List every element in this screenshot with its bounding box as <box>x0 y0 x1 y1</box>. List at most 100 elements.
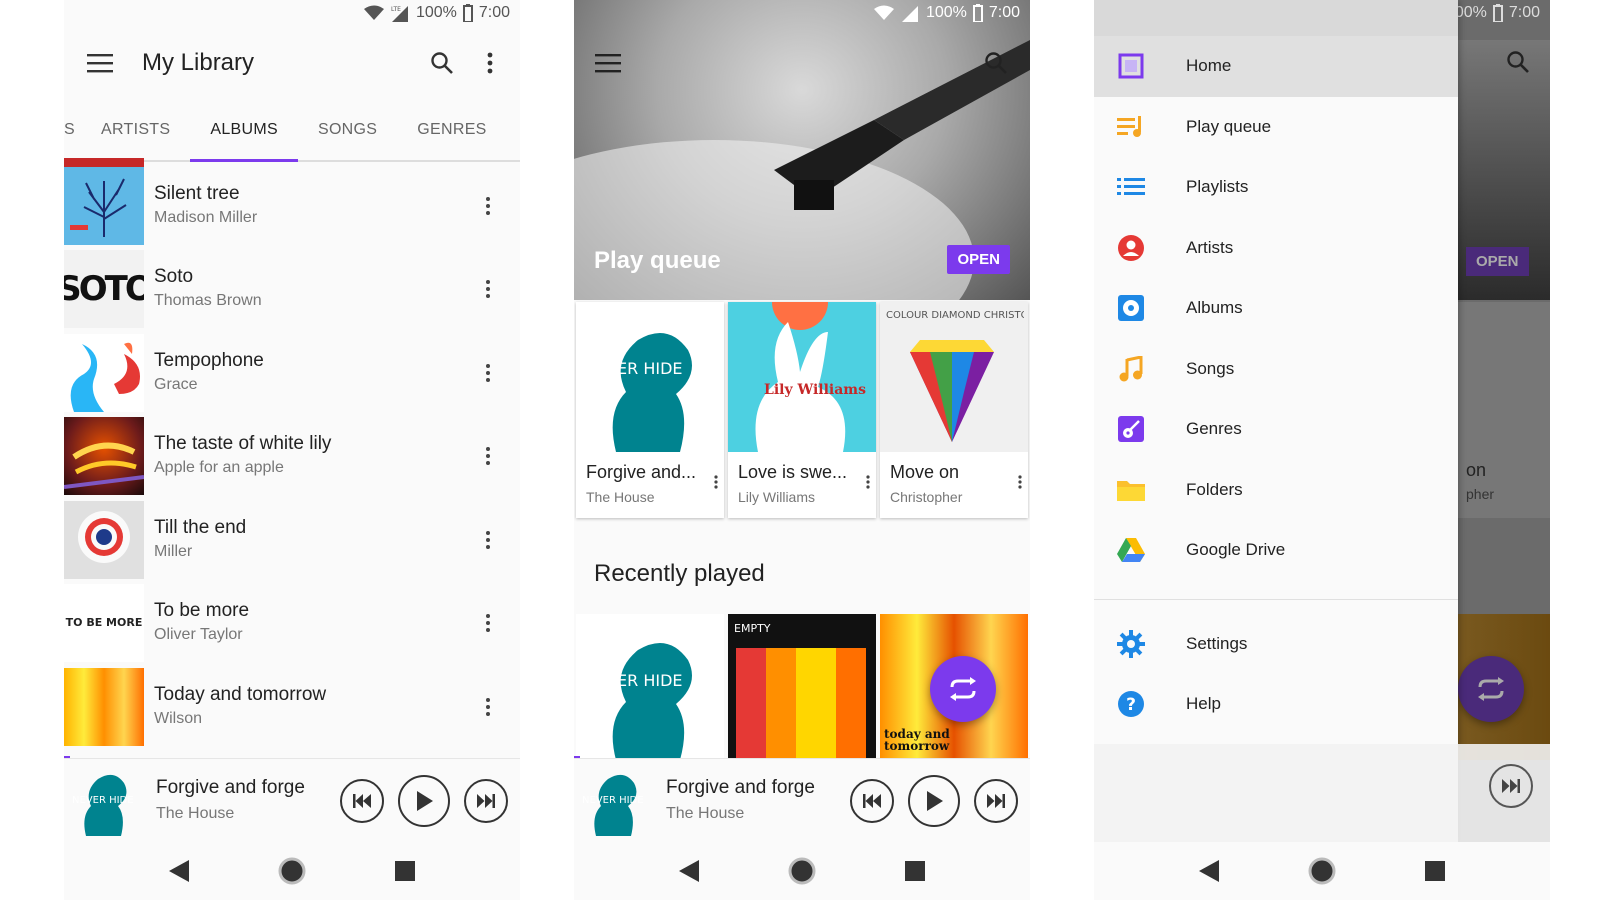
item-more-button[interactable] <box>468 603 508 643</box>
recents-icon[interactable] <box>395 861 416 881</box>
recent-album-art[interactable]: EMPTY <box>728 614 876 760</box>
drawer-item-songs[interactable]: Songs <box>1094 339 1458 400</box>
item-more-button[interactable] <box>468 436 508 476</box>
next-button[interactable] <box>974 778 1018 823</box>
search-icon <box>431 52 453 74</box>
app-bar: My Library <box>64 26 520 100</box>
drawer-item-albums[interactable]: Albums <box>1094 278 1458 339</box>
item-more-button[interactable] <box>468 269 508 309</box>
back-icon[interactable] <box>678 860 699 882</box>
drawer-item-artists[interactable]: Artists <box>1094 218 1458 279</box>
bg-shuffle-fab <box>1458 656 1524 722</box>
silhouette-art-icon: NEVER HIDE <box>584 642 692 760</box>
list-item[interactable]: Till the end Miller <box>64 498 520 582</box>
drawer-item-label: Settings <box>1186 633 1248 653</box>
card-more-button[interactable] <box>1018 475 1022 494</box>
album-card[interactable]: COLOUR DIAMOND CHRISTOPHER Move on Chris… <box>880 302 1028 518</box>
card-more-button[interactable] <box>866 475 870 494</box>
play-queue-hero[interactable]: 100% 7:00 Play queue OPEN <box>574 0 1030 300</box>
mini-player[interactable]: NEVER HIDE Forgive and forge The House <box>574 758 1030 842</box>
tab-playlists-partial[interactable]: S <box>64 100 95 160</box>
tab-albums[interactable]: ALBUMS <box>190 100 298 162</box>
menu-button[interactable] <box>584 39 632 87</box>
drawer-item-genres[interactable]: Genres <box>1094 399 1458 460</box>
shuffle-fab[interactable] <box>930 656 996 722</box>
drawer-item-google-drive[interactable]: Google Drive <box>1094 520 1458 581</box>
drawer-item-play-queue[interactable]: Play queue <box>1094 97 1458 158</box>
back-icon[interactable] <box>168 860 189 882</box>
list-item[interactable]: Today and tomorrow Wilson <box>64 665 520 749</box>
folder-icon <box>1116 475 1146 505</box>
album-title: Till the end <box>154 516 247 538</box>
drawer-bottom-blur <box>1094 744 1550 842</box>
menu-button[interactable] <box>76 39 124 87</box>
item-more-button[interactable] <box>468 520 508 560</box>
queue-icon <box>1116 112 1146 142</box>
play-button[interactable] <box>908 774 960 827</box>
album-card[interactable]: NEVER HIDE Forgive and... The House <box>576 302 724 518</box>
play-button[interactable] <box>398 774 450 827</box>
list-item[interactable]: TO BE MORE To be more Oliver Taylor <box>64 582 520 666</box>
home-circle-icon[interactable] <box>1308 857 1336 885</box>
hamburger-icon <box>87 54 113 73</box>
svg-text:COLOUR DIAMOND CHRISTOPHER: COLOUR DIAMOND CHRISTOPHER <box>886 310 1024 321</box>
more-vertical-icon <box>486 614 490 633</box>
list-item[interactable]: The taste of white lily Apple for an app… <box>64 415 520 499</box>
item-more-button[interactable] <box>468 186 508 226</box>
play-icon <box>927 790 943 811</box>
album-artist: Thomas Brown <box>154 292 262 310</box>
rabbit-art-icon: Lily Williams <box>755 302 866 452</box>
item-more-button[interactable] <box>468 353 508 393</box>
album-icon <box>1116 293 1146 323</box>
album-title: Soto <box>154 266 194 288</box>
guitar-icon <box>1116 414 1146 444</box>
drawer-item-home[interactable]: Home <box>1094 36 1458 97</box>
silhouette-art-icon: NEVER HIDE <box>582 774 644 836</box>
card-more-button[interactable] <box>714 475 718 494</box>
bg-card-title: on <box>1466 460 1487 480</box>
tab-genres[interactable]: GENRES <box>397 100 506 160</box>
skip-next-icon <box>477 793 495 808</box>
album-title: Silent tree <box>154 182 240 204</box>
home-circle-icon[interactable] <box>788 857 816 885</box>
silhouette-art-icon: NEVER HIDE <box>584 332 692 452</box>
next-button[interactable] <box>464 778 508 823</box>
list-item[interactable]: SOTO Soto Thomas Brown <box>64 248 520 332</box>
recents-icon[interactable] <box>905 861 926 881</box>
now-playing-artist: The House <box>666 804 745 822</box>
list-item[interactable]: Silent tree Madison Miller <box>64 164 520 248</box>
tree-icon <box>70 178 127 237</box>
recent-album-art[interactable]: NEVER HIDE <box>576 614 724 760</box>
home-circle-icon[interactable] <box>278 857 306 885</box>
search-button[interactable] <box>972 39 1020 87</box>
overflow-menu-button[interactable] <box>466 39 514 87</box>
open-queue-button[interactable]: OPEN <box>947 245 1010 274</box>
now-playing-title: Forgive and forge <box>156 776 305 798</box>
album-title: Today and tomorrow <box>154 683 327 705</box>
skip-previous-icon <box>353 793 371 808</box>
drawer-item-label: Help <box>1186 694 1221 714</box>
navigation-drawer: Home Play queue Playlists Artists Albums… <box>1094 0 1458 842</box>
search-button[interactable] <box>418 39 466 87</box>
tab-artists[interactable]: ARTISTS <box>95 100 190 160</box>
album-artist: Madison Miller <box>154 208 258 226</box>
drawer-item-playlists[interactable]: Playlists <box>1094 157 1458 218</box>
drawer-item-folders[interactable]: Folders <box>1094 460 1458 521</box>
list-item[interactable]: Tempophone Grace <box>64 331 520 415</box>
item-more-button[interactable] <box>468 687 508 727</box>
album-card[interactable]: Lily Williams Love is swe... Lily Willia… <box>728 302 876 518</box>
previous-button[interactable] <box>850 778 894 823</box>
drive-icon <box>1116 535 1146 565</box>
drawer-item-label: Home <box>1186 56 1232 76</box>
album-artist: Wilson <box>154 709 203 727</box>
drawer-item-help[interactable]: ? Help <box>1094 674 1458 735</box>
tab-songs[interactable]: SONGS <box>298 100 397 160</box>
back-icon[interactable] <box>1198 860 1219 882</box>
mini-player[interactable]: NEVER HIDE Forgive and forge The House <box>64 758 520 842</box>
drawer-item-label: Google Drive <box>1186 540 1286 560</box>
album-art <box>64 667 144 746</box>
recents-icon[interactable] <box>1425 861 1446 881</box>
drawer-item-settings[interactable]: Settings <box>1094 614 1458 675</box>
previous-button[interactable] <box>340 778 384 823</box>
drawer-scrim[interactable]: OPEN on pher 100% 7:00 <box>1393 0 1550 842</box>
